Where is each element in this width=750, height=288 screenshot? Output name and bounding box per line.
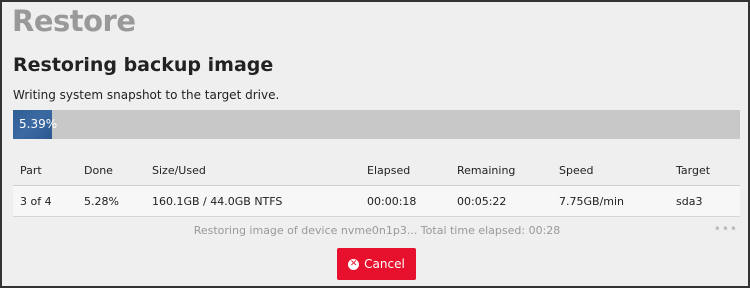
section-subtitle: Writing system snapshot to the target dr… [13,88,280,102]
progress-bar: 5.39% [13,110,740,139]
column-header-speed: Speed [552,155,669,186]
cell-speed: 7.75GB/min [552,185,669,217]
status-text: Restoring image of device nvme0n1p3... T… [193,224,561,237]
cell-remaining: 00:05:22 [450,185,552,217]
column-header-done: Done [77,155,145,186]
cell-elapsed: 00:00:18 [360,185,450,217]
page-title: Restore [12,4,136,38]
table-row: 3 of 4 5.28% 160.1GB / 44.0GB NTFS 00:00… [13,185,740,217]
column-header-remaining: Remaining [450,155,552,186]
cell-part: 3 of 4 [13,185,77,217]
cell-done: 5.28% [77,185,145,217]
column-header-elapsed: Elapsed [360,155,450,186]
column-header-target: Target [669,155,740,186]
column-header-size-used: Size/Used [145,155,360,186]
cancel-label: Cancel [364,257,405,271]
cell-size-used: 160.1GB / 44.0GB NTFS [145,185,360,217]
column-header-part: Part [13,155,77,186]
partition-table: Part Done Size/Used Elapsed Remaining Sp… [13,155,740,217]
cancel-button[interactable]: ✕ Cancel [337,248,416,280]
progress-percent: 5.39% [19,117,58,131]
cell-target: sda3 [669,185,740,217]
more-icon[interactable]: ••• [714,222,738,236]
section-title: Restoring backup image [13,54,274,76]
table-header-row: Part Done Size/Used Elapsed Remaining Sp… [13,155,740,186]
times-circle-icon: ✕ [348,258,360,270]
